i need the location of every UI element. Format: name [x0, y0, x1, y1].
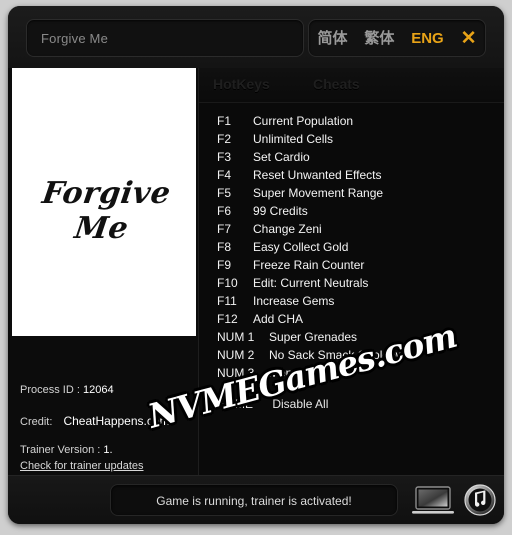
cheat-label: Current Population	[253, 114, 354, 128]
top-bar: Forgive Me 简体 繁体 ENG ✕	[8, 6, 504, 68]
cheat-hotkey: F12	[217, 312, 238, 326]
cheat-label: Easy Collect Gold	[253, 240, 349, 254]
disable-all-key: HOME	[217, 397, 253, 411]
cheat-list: F1 Current Population F2 Unlimited Cells F3 S…	[199, 112, 504, 382]
cheat-hotkey: F3	[217, 150, 232, 164]
cheat-label: Set Cardio	[253, 150, 310, 164]
cheat-label: Edit: Current Neutrals	[253, 276, 369, 290]
cheat-row[interactable]: NUM 1 Super Grenades	[199, 328, 504, 346]
credit-value: CheatHappens.com	[63, 414, 170, 428]
cheat-row[interactable]: F11 Increase Gems	[199, 292, 504, 310]
cheat-hotkey: F5	[217, 186, 232, 200]
cheat-row[interactable]: F5 Super Movement Range	[199, 184, 504, 202]
tab-cheats[interactable]: Cheats	[313, 76, 360, 92]
cheat-hotkey: F11	[217, 294, 237, 308]
trainer-window: Forgive Me 简体 繁体 ENG ✕ Forgive Me Proces…	[8, 6, 504, 524]
trainer-info-panel: Process ID : 12064 Credit: CheatHappens.…	[8, 336, 198, 476]
tab-bar: HotKeys Cheats	[199, 68, 504, 103]
cheat-label: Super Movement Range	[253, 186, 384, 200]
cheat-row[interactable]: F10 Edit: Current Neutrals	[199, 274, 504, 292]
credit-label: Credit:	[20, 416, 53, 428]
cheat-hotkey: NUM 1	[217, 330, 255, 344]
cheat-label: No Sack Smack Cooldown	[269, 348, 412, 362]
hotkeys-panel: HotKeys Cheats F1 Current Population F2 Unl…	[198, 68, 504, 476]
cheat-row[interactable]: NUM 3 Money Doubler	[199, 364, 504, 382]
cheat-label: 99 Credits	[253, 204, 308, 218]
cheat-label: Super Grenades	[269, 330, 358, 344]
disable-all-label: Disable All	[272, 397, 329, 411]
disable-all-row[interactable]: HOME Disable All	[217, 397, 328, 411]
trainer-version-value: 1.	[103, 444, 113, 456]
cheat-hotkey: NUM 2	[217, 348, 255, 362]
cheat-row[interactable]: F2 Unlimited Cells	[199, 130, 504, 148]
cheat-label: Add CHA	[253, 312, 304, 326]
process-id-row: Process ID : 12064	[20, 384, 114, 396]
language-selector: 简体 繁体 ENG ✕	[308, 19, 486, 57]
cheat-label: Unlimited Cells	[253, 132, 334, 146]
cheat-row[interactable]: F3 Set Cardio	[199, 148, 504, 166]
cheat-row[interactable]: F8 Easy Collect Gold	[199, 238, 504, 256]
tab-hotkeys[interactable]: HotKeys	[213, 76, 270, 92]
laptop-icon[interactable]	[412, 486, 454, 516]
search-input[interactable]: Forgive Me	[26, 19, 304, 57]
cheat-row[interactable]: F7 Change Zeni	[199, 220, 504, 238]
trainer-version-row: Trainer Version : 1.	[20, 444, 113, 456]
cheat-row[interactable]: NUM 2 No Sack Smack Cooldown	[199, 346, 504, 364]
process-id-label: Process ID :	[20, 384, 80, 396]
cheat-label: Freeze Rain Counter	[253, 258, 365, 272]
lang-english[interactable]: ENG	[411, 31, 444, 46]
cheat-row[interactable]: F4 Reset Unwanted Effects	[199, 166, 504, 184]
trainer-version-label: Trainer Version :	[20, 444, 101, 456]
cheat-hotkey: F8	[217, 240, 232, 254]
lang-simplified-chinese[interactable]: 简体	[317, 31, 347, 46]
cheat-hotkey: F10	[217, 276, 238, 290]
cheat-hotkey: F1	[217, 114, 232, 128]
cheat-hotkey: F2	[217, 132, 232, 146]
cheat-hotkey: F9	[217, 258, 232, 272]
cheat-label: Increase Gems	[253, 294, 335, 308]
cheat-row[interactable]: F9 Freeze Rain Counter	[199, 256, 504, 274]
status-message: Game is running, trainer is activated!	[110, 484, 398, 516]
cheat-hotkey: F6	[217, 204, 232, 218]
cheat-row[interactable]: F12 Add CHA	[199, 310, 504, 328]
cheat-label: Money Doubler	[269, 366, 351, 380]
process-id-value: 12064	[82, 384, 114, 396]
cheat-label: Change Zeni	[253, 222, 322, 236]
cheat-row[interactable]: F1 Current Population	[199, 112, 504, 130]
check-for-updates-link[interactable]: Check for trainer updates	[20, 460, 144, 472]
close-icon[interactable]: ✕	[461, 29, 477, 48]
lang-traditional-chinese[interactable]: 繁体	[364, 31, 394, 46]
cover-art-title: Forgive Me	[40, 176, 173, 246]
cheat-row[interactable]: F6 99 Credits	[199, 202, 504, 220]
credit-row: Credit: CheatHappens.com	[20, 414, 170, 428]
game-cover-art: Forgive Me	[12, 68, 196, 336]
cheat-hotkey: NUM 3	[217, 366, 255, 380]
cheat-label: Reset Unwanted Effects	[253, 168, 382, 182]
status-bar: Game is running, trainer is activated!	[8, 475, 504, 524]
cheat-hotkey: F4	[217, 168, 232, 182]
music-note-icon[interactable]	[464, 484, 496, 516]
cheat-hotkey: F7	[217, 222, 232, 236]
